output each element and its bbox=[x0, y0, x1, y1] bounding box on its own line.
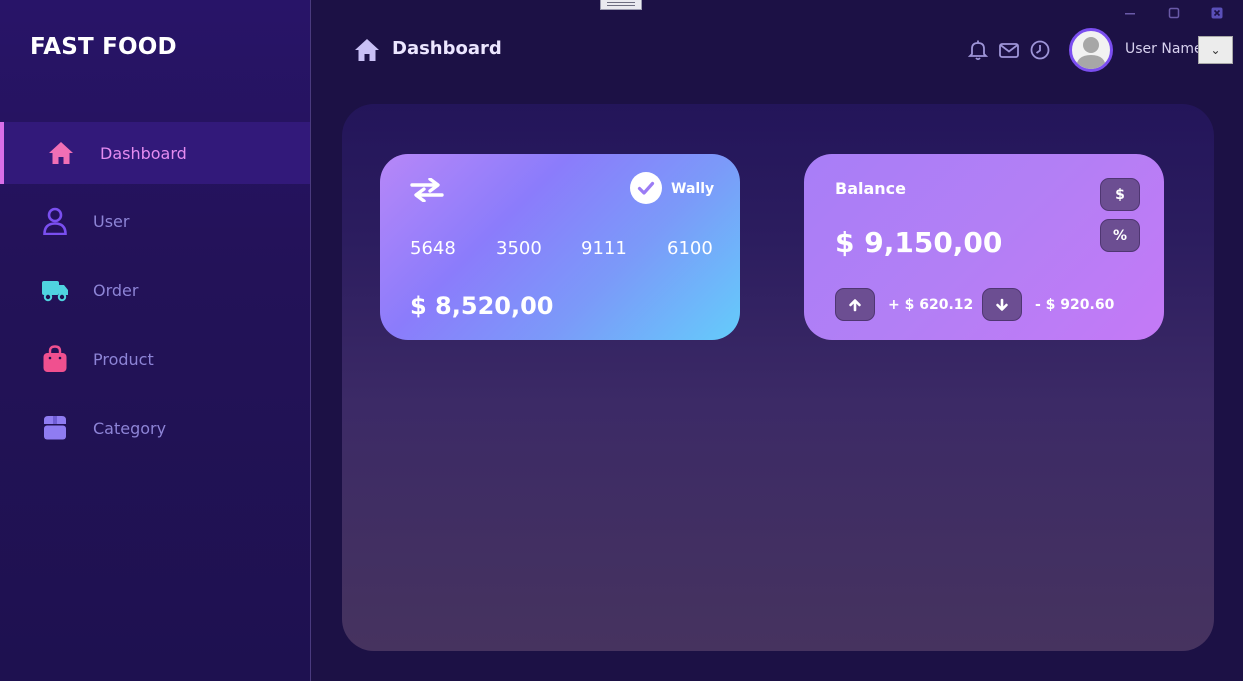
home-icon bbox=[353, 37, 381, 63]
shopping-bag-icon bbox=[40, 344, 70, 374]
credit-card[interactable]: Wally 5648 3500 9111 6100 $ 8,520,00 bbox=[380, 154, 740, 340]
sidebar-item-user[interactable]: User bbox=[0, 190, 310, 252]
sidebar-item-category[interactable]: Category bbox=[0, 397, 310, 459]
card-number-group: 6100 bbox=[667, 238, 713, 259]
bell-icon[interactable] bbox=[967, 39, 989, 61]
card-owner-name: Wally bbox=[671, 181, 715, 197]
user-name: User Name bbox=[1125, 41, 1203, 57]
home-icon bbox=[46, 138, 76, 168]
card-amount: $ 8,520,00 bbox=[410, 292, 554, 320]
user-icon bbox=[40, 206, 70, 236]
income-button[interactable] bbox=[835, 288, 875, 321]
minimize-window-icon[interactable] bbox=[1121, 4, 1139, 22]
active-indicator bbox=[0, 122, 4, 184]
page-title: Dashboard bbox=[392, 38, 502, 59]
swap-arrows-icon bbox=[410, 177, 444, 203]
sidebar-item-label: Order bbox=[93, 280, 139, 300]
balance-amount: $ 9,150,00 bbox=[835, 226, 1003, 259]
arrow-down-icon bbox=[996, 298, 1008, 311]
window-drag-grip[interactable] bbox=[600, 0, 642, 10]
card-number-group: 9111 bbox=[581, 238, 627, 259]
clock-icon[interactable] bbox=[1029, 39, 1051, 61]
balance-card: Balance $ 9,150,00 $ % + $ 620.12 - $ 92… bbox=[804, 154, 1164, 340]
expense-button[interactable] bbox=[982, 288, 1022, 321]
sidebar-item-order[interactable]: Order bbox=[0, 259, 310, 321]
sidebar-item-label: Dashboard bbox=[100, 143, 187, 163]
sidebar-item-label: Product bbox=[93, 349, 154, 369]
sidebar: FAST FOOD Dashboard User Order Product C… bbox=[0, 0, 311, 681]
box-icon bbox=[40, 413, 70, 443]
sidebar-item-product[interactable]: Product bbox=[0, 328, 310, 390]
sidebar-item-label: Category bbox=[93, 418, 167, 438]
balance-label: Balance bbox=[835, 179, 906, 198]
card-number-group: 3500 bbox=[496, 238, 542, 259]
income-amount: + $ 620.12 bbox=[888, 297, 974, 313]
mail-icon[interactable] bbox=[998, 39, 1020, 61]
arrow-up-icon bbox=[849, 298, 861, 311]
close-window-icon[interactable] bbox=[1208, 4, 1226, 22]
avatar[interactable] bbox=[1069, 28, 1113, 72]
currency-button[interactable]: $ bbox=[1100, 178, 1140, 211]
percent-button[interactable]: % bbox=[1100, 219, 1140, 252]
user-menu-dropdown[interactable]: ⌄ bbox=[1198, 36, 1233, 64]
sidebar-item-dashboard[interactable]: Dashboard bbox=[0, 122, 310, 184]
maximize-window-icon[interactable] bbox=[1165, 4, 1183, 22]
expense-amount: - $ 920.60 bbox=[1035, 297, 1115, 313]
check-circle-icon bbox=[630, 172, 662, 204]
card-number-group: 5648 bbox=[410, 238, 456, 259]
truck-icon bbox=[40, 275, 70, 305]
brand-title: FAST FOOD bbox=[30, 34, 177, 60]
sidebar-item-label: User bbox=[93, 211, 130, 231]
